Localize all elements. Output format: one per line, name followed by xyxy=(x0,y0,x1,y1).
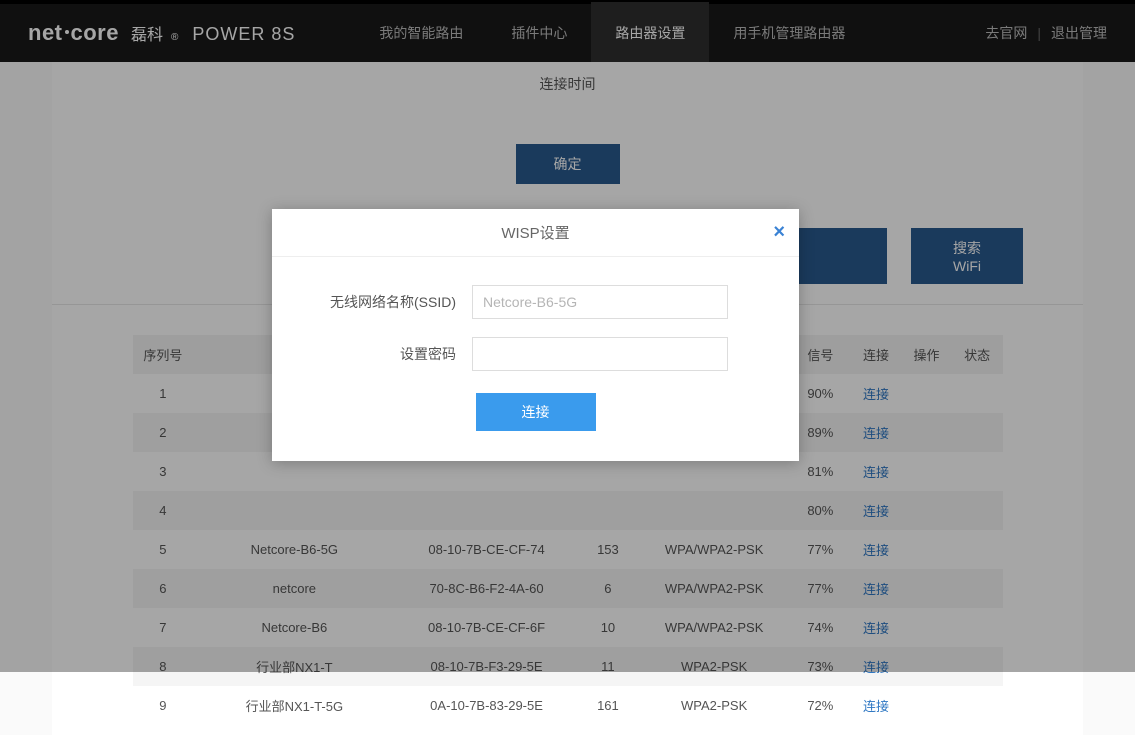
td-signal: 72% xyxy=(790,686,851,725)
close-icon[interactable]: × xyxy=(773,221,785,244)
password-input[interactable] xyxy=(472,337,728,371)
wisp-modal: WISP设置 × 无线网络名称(SSID) 设置密码 连接 xyxy=(272,209,799,461)
td-op xyxy=(901,686,952,725)
modal-header: WISP设置 × xyxy=(272,209,799,257)
connect-button[interactable]: 连接 xyxy=(476,393,596,431)
td-channel: 161 xyxy=(578,686,639,725)
form-row-password: 设置密码 xyxy=(312,337,759,371)
table-row: 9行业部NX1-T-5G0A-10-7B-83-29-5E161WPA2-PSK… xyxy=(133,686,1003,725)
modal-body: 无线网络名称(SSID) 设置密码 连接 xyxy=(272,257,799,461)
form-row-ssid: 无线网络名称(SSID) xyxy=(312,285,759,319)
modal-title: WISP设置 xyxy=(501,222,569,243)
td-security: WPA2-PSK xyxy=(638,686,790,725)
td-connect: 连接 xyxy=(851,686,902,725)
td-status xyxy=(952,686,1003,725)
td-ssid: 行业部NX1-T-5G xyxy=(193,686,395,725)
ssid-label: 无线网络名称(SSID) xyxy=(312,292,472,312)
td-mac: 0A-10-7B-83-29-5E xyxy=(396,686,578,725)
connect-link[interactable]: 连接 xyxy=(863,699,889,714)
password-label: 设置密码 xyxy=(312,344,472,364)
ssid-input[interactable] xyxy=(472,285,728,319)
td-seq: 9 xyxy=(133,686,194,725)
